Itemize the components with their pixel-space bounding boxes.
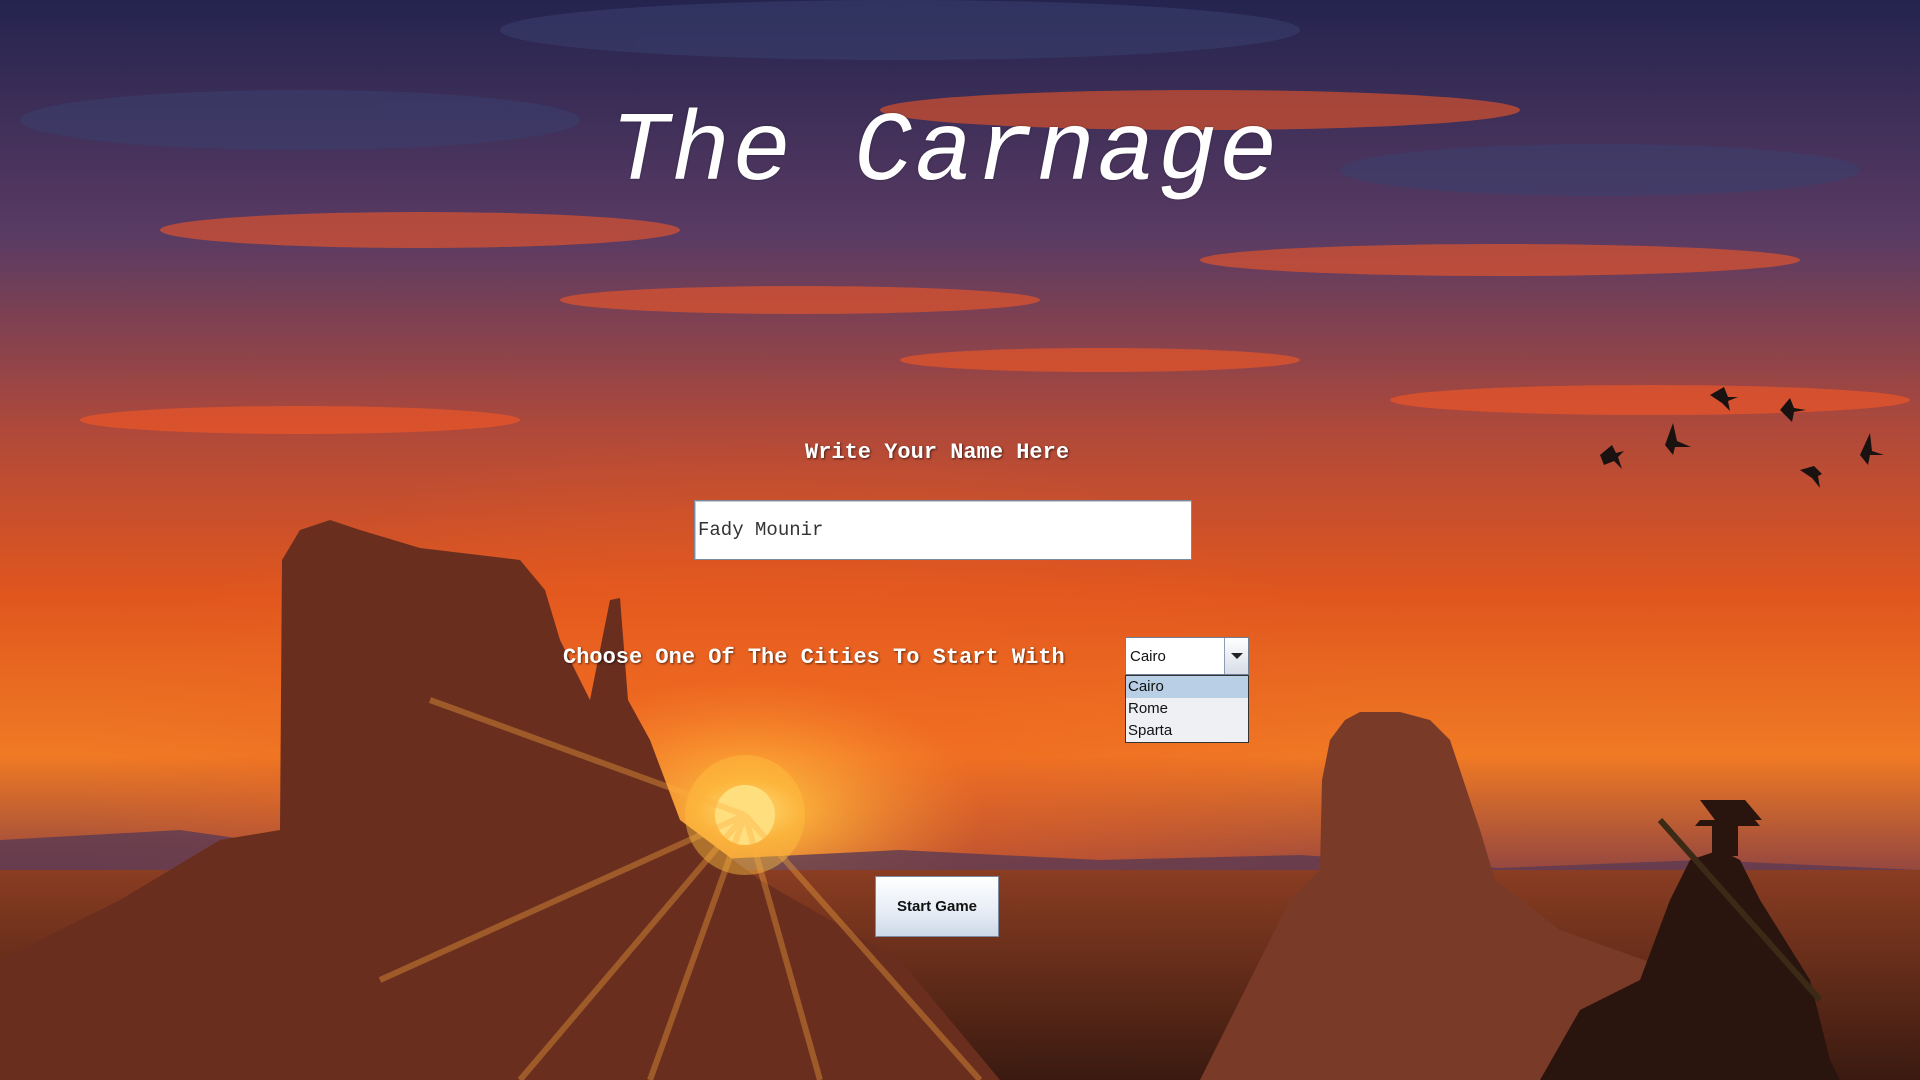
city-combobox[interactable]: Cairo (1125, 637, 1249, 675)
city-select-label: Choose One Of The Cities To Start With (563, 645, 1065, 670)
city-dropdown-list: Cairo Rome Sparta (1125, 675, 1249, 743)
start-game-button[interactable]: Start Game (875, 876, 999, 937)
game-title: The Carnage (610, 98, 1280, 209)
city-option-sparta[interactable]: Sparta (1126, 720, 1248, 742)
name-label: Write Your Name Here (805, 440, 1070, 465)
city-option-cairo[interactable]: Cairo (1126, 676, 1248, 698)
chevron-down-icon[interactable] (1224, 638, 1248, 674)
player-name-input[interactable] (694, 500, 1192, 560)
city-selected-value: Cairo (1130, 648, 1166, 665)
city-option-rome[interactable]: Rome (1126, 698, 1248, 720)
